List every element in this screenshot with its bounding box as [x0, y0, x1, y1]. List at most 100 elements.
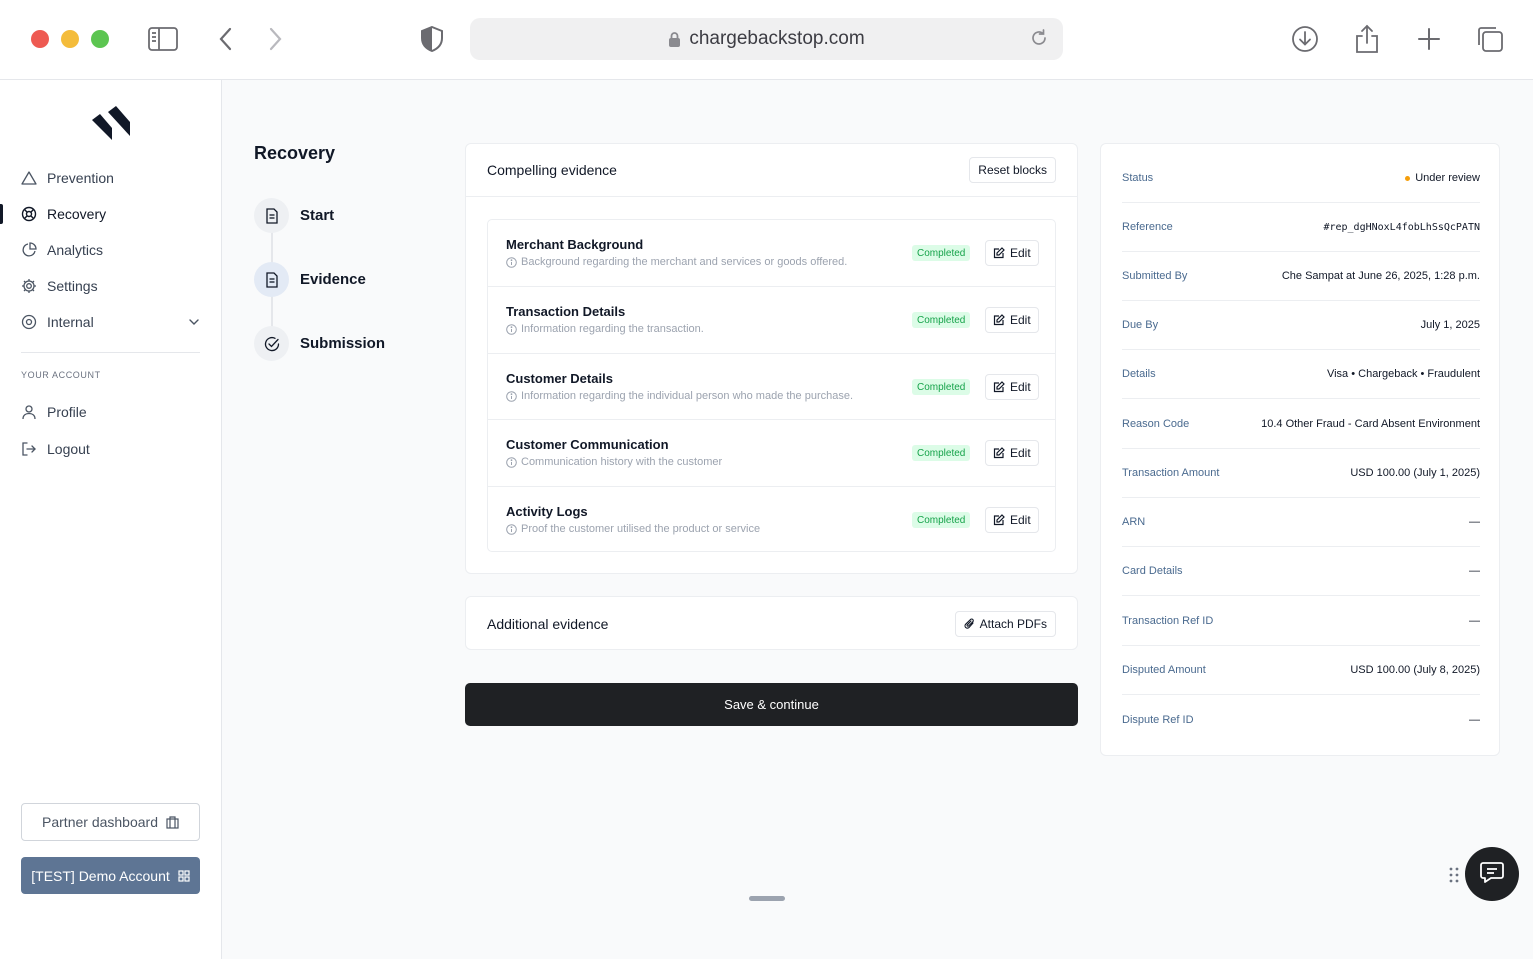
edit-icon — [993, 514, 1005, 526]
edit-label: Edit — [1010, 446, 1031, 460]
detail-key: Transaction Ref ID — [1122, 615, 1214, 627]
recovery-icon — [21, 206, 37, 222]
save-continue-button[interactable]: Save & continue — [465, 683, 1078, 726]
step-start[interactable]: Start — [254, 198, 334, 233]
edit-icon — [993, 247, 1005, 259]
address-bar[interactable]: chargebackstop.com — [470, 18, 1063, 60]
step-evidence[interactable]: Evidence — [254, 262, 366, 297]
row-description-text: Background regarding the merchant and se… — [521, 256, 848, 268]
step-label: Start — [300, 207, 335, 224]
chevron-down-icon[interactable] — [188, 315, 200, 331]
sidebar-item-label: Logout — [47, 441, 90, 457]
check-circle-icon — [264, 336, 279, 351]
forward-arrow-icon[interactable] — [258, 22, 292, 56]
evidence-row-activity-logs: Activity Logs Proof the customer utilise… — [488, 486, 1055, 552]
scroll-handle[interactable] — [749, 896, 785, 901]
pie-chart-icon — [21, 242, 37, 258]
sidebar-item-label: Settings — [47, 278, 98, 294]
sidebar-item-label: Analytics — [47, 242, 104, 258]
chat-support-button[interactable] — [1465, 847, 1519, 901]
edit-icon — [993, 447, 1005, 459]
detail-value: Visa • Chargeback • Fraudulent — [1326, 368, 1480, 380]
detail-value: — — [1469, 615, 1480, 627]
detail-row-details: Details Visa • Chargeback • Fraudulent — [1122, 350, 1480, 399]
sidebar-toggle-icon[interactable] — [146, 22, 180, 56]
sidebar-item-label: Internal — [47, 314, 94, 330]
detail-row-reason-code: Reason Code 10.4 Other Fraud - Card Abse… — [1122, 400, 1480, 449]
additional-evidence-card: Additional evidence Attach PDFs — [465, 596, 1078, 650]
sidebar-item-profile[interactable]: Profile — [0, 398, 222, 426]
edit-button[interactable]: Edit — [985, 440, 1039, 466]
info-icon — [506, 323, 517, 335]
status-value: Under review — [1405, 172, 1480, 184]
drag-grip-icon[interactable] — [1448, 866, 1460, 884]
row-description: Communication history with the customer — [506, 456, 722, 468]
row-description: Background regarding the merchant and se… — [506, 256, 847, 268]
detail-key: Status — [1122, 172, 1154, 184]
edit-icon — [993, 314, 1005, 326]
detail-value: #rep_dgHNoxL4fobLhSsQcPATN — [1323, 221, 1480, 233]
sidebar-item-prevention[interactable]: Prevention — [0, 164, 222, 192]
chargebackstop-logo[interactable] — [90, 106, 132, 146]
download-icon[interactable] — [1288, 22, 1322, 56]
card-header: Additional evidence Attach PDFs — [466, 597, 1077, 650]
evidence-row-transaction-details: Transaction Details Information regardin… — [488, 286, 1055, 352]
detail-value: — — [1469, 516, 1480, 528]
reload-icon[interactable] — [1029, 28, 1049, 54]
user-icon — [21, 404, 37, 420]
row-description-text: Proof the customer utilised the product … — [521, 523, 761, 535]
sidebar-item-logout[interactable]: Logout — [0, 435, 222, 463]
edit-label: Edit — [1010, 313, 1031, 327]
row-description: Information regarding the transaction. — [506, 323, 704, 335]
sidebar-item-internal[interactable]: Internal — [0, 308, 222, 336]
detail-value: — — [1469, 565, 1480, 577]
info-icon — [506, 390, 517, 402]
row-title: Merchant Background — [506, 237, 644, 252]
row-description: Information regarding the individual per… — [506, 390, 853, 402]
card-header: Compelling evidence Reset blocks — [466, 144, 1077, 197]
detail-row-dispute-ref-id: Dispute Ref ID — — [1122, 695, 1480, 744]
reset-blocks-button[interactable]: Reset blocks — [969, 157, 1056, 183]
step-submission[interactable]: Submission — [254, 326, 385, 361]
close-window-button[interactable] — [31, 30, 49, 48]
browser-toolbar: chargebackstop.com — [0, 0, 1533, 80]
edit-button[interactable]: Edit — [985, 374, 1039, 400]
shield-icon[interactable] — [415, 22, 449, 56]
row-title: Customer Communication — [506, 437, 669, 452]
detail-row-submitted-by: Submitted By Che Sampat at June 26, 2025… — [1122, 252, 1480, 301]
detail-row-reference: Reference #rep_dgHNoxL4fobLhSsQcPATN — [1122, 203, 1480, 252]
lock-icon — [668, 31, 681, 48]
row-description: Proof the customer utilised the product … — [506, 523, 760, 535]
detail-key: Details — [1122, 368, 1156, 380]
detail-row-transaction-ref-id: Transaction Ref ID — — [1122, 597, 1480, 646]
detail-value: Che Sampat at June 26, 2025, 1:28 p.m. — [1281, 270, 1480, 282]
edit-button[interactable]: Edit — [985, 307, 1039, 333]
edit-icon — [993, 381, 1005, 393]
account-switcher-button[interactable]: [TEST] Demo Account — [21, 857, 200, 894]
minimize-window-button[interactable] — [61, 30, 79, 48]
detail-key: Due By — [1122, 319, 1159, 331]
detail-row-card-details: Card Details — — [1122, 547, 1480, 596]
sidebar: Prevention Recovery Analytics Settings I… — [0, 80, 222, 959]
back-arrow-icon[interactable] — [209, 22, 243, 56]
sidebar-item-label: Prevention — [47, 170, 114, 186]
edit-button[interactable]: Edit — [985, 240, 1039, 266]
detail-key: Disputed Amount — [1122, 664, 1206, 676]
sidebar-item-recovery[interactable]: Recovery — [0, 200, 222, 228]
maximize-window-button[interactable] — [91, 30, 109, 48]
attach-pdfs-label: Attach PDFs — [979, 616, 1047, 631]
detail-key: Reason Code — [1122, 418, 1190, 430]
partner-dashboard-button[interactable]: Partner dashboard — [21, 803, 200, 841]
sidebar-item-analytics[interactable]: Analytics — [0, 236, 222, 264]
attach-pdfs-button[interactable]: Attach PDFs — [954, 610, 1056, 637]
card-title: Additional evidence — [487, 615, 609, 632]
detail-value: USD 100.00 (July 8, 2025) — [1350, 664, 1480, 676]
sidebar-item-settings[interactable]: Settings — [0, 272, 222, 300]
tab-overview-icon[interactable] — [1473, 22, 1507, 56]
row-description-text: Communication history with the customer — [521, 456, 723, 468]
new-tab-plus-icon[interactable] — [1412, 22, 1446, 56]
share-icon[interactable] — [1350, 22, 1384, 56]
edit-button[interactable]: Edit — [985, 507, 1039, 533]
compelling-evidence-card: Compelling evidence Reset blocks Merchan… — [465, 143, 1078, 574]
url-text: chargebackstop.com — [689, 28, 865, 49]
